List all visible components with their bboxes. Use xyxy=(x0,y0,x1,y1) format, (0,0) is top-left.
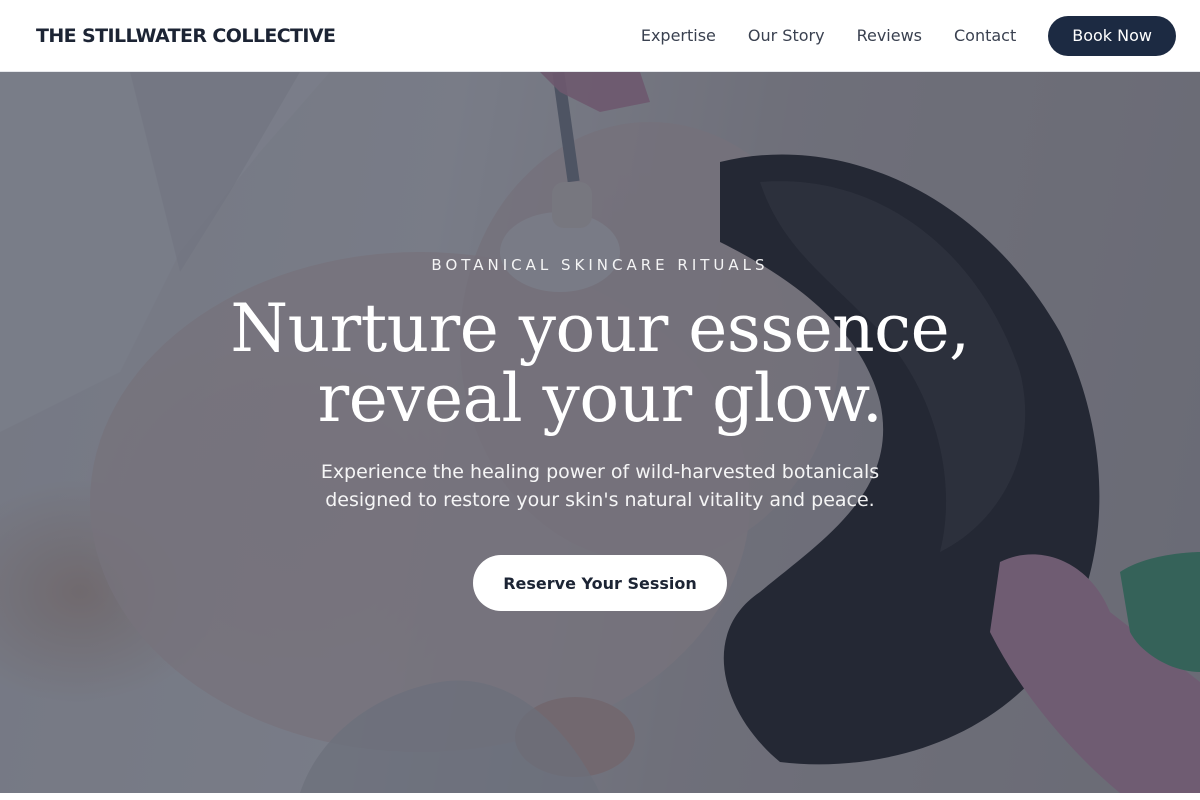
hero-content: BOTANICAL SKINCARE RITUALS Nurture your … xyxy=(0,72,1200,793)
hero-headline: Nurture your essence, reveal your glow. xyxy=(0,294,1200,434)
nav-expertise[interactable]: Expertise xyxy=(641,26,716,45)
nav-our-story[interactable]: Our Story xyxy=(748,26,825,45)
subtext-line-1: Experience the healing power of wild-har… xyxy=(320,461,880,483)
nav-reviews[interactable]: Reviews xyxy=(857,26,922,45)
hero-section: BOTANICAL SKINCARE RITUALS Nurture your … xyxy=(0,72,1200,793)
brand-logo[interactable]: THE STILLWATER COLLECTIVE xyxy=(36,25,336,47)
site-header: THE STILLWATER COLLECTIVE Expertise Our … xyxy=(0,0,1200,72)
nav-contact[interactable]: Contact xyxy=(954,26,1016,45)
main-nav: Expertise Our Story Reviews Contact Book… xyxy=(641,15,1176,56)
subtext-line-2: designed to restore your skin's natural … xyxy=(325,489,875,511)
reserve-session-button[interactable]: Reserve Your Session xyxy=(473,555,727,611)
book-now-button[interactable]: Book Now xyxy=(1048,15,1176,56)
headline-line-1: Nurture your essence, xyxy=(230,290,970,367)
headline-line-2: reveal your glow. xyxy=(317,360,883,437)
hero-eyebrow: BOTANICAL SKINCARE RITUALS xyxy=(431,256,769,274)
hero-subtext: Experience the healing power of wild-har… xyxy=(300,458,900,514)
